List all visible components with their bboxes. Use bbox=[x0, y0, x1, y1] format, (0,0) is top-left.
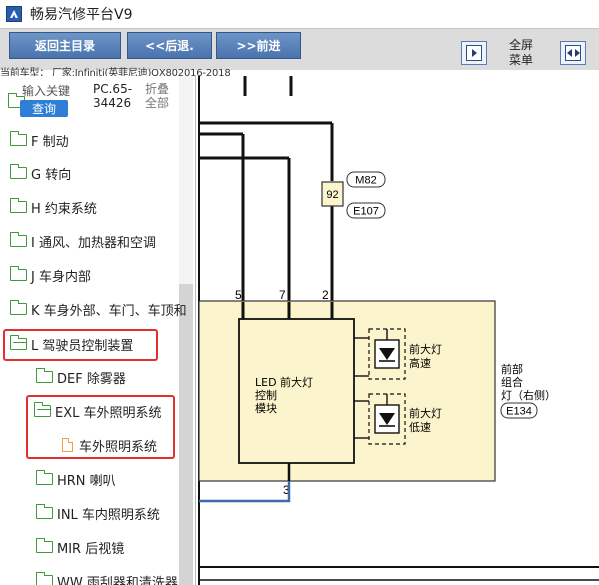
document-icon bbox=[62, 438, 73, 452]
folder-icon bbox=[36, 504, 53, 519]
tree-item-label: H 约束系统 bbox=[31, 201, 97, 217]
tag-m82: M82 bbox=[355, 175, 376, 187]
tree-item-label: L 驾驶员控制装置 bbox=[31, 338, 134, 354]
wire-blue bbox=[199, 481, 291, 503]
tree-item-g[interactable]: G 转向 bbox=[10, 162, 71, 184]
scrollbar-thumb[interactable] bbox=[179, 284, 193, 585]
low-beam-label-line1: 前大灯 bbox=[409, 406, 442, 420]
high-beam-label-line1: 前大灯 bbox=[409, 342, 442, 356]
fullscreen-button[interactable] bbox=[560, 41, 586, 65]
tree-item-j[interactable]: J 车身内部 bbox=[10, 264, 91, 286]
folder-icon bbox=[36, 368, 53, 383]
fullscreen-label-line1: 全屏 bbox=[508, 38, 533, 52]
tree-item-exl[interactable]: EXL 车外照明系统 bbox=[34, 400, 162, 422]
app-logo-icon bbox=[6, 6, 22, 22]
tree-item-l[interactable]: L 驾驶员控制装置 bbox=[10, 333, 133, 355]
search-row: 输入关键 查询 PC.65- 34426 折叠 全部 bbox=[0, 76, 195, 120]
tree-item-i[interactable]: I 通风、加热器和空调 bbox=[10, 230, 156, 252]
folder-icon bbox=[36, 538, 53, 553]
search-button[interactable]: 查询 bbox=[20, 100, 68, 117]
module-label-line3: 模块 bbox=[255, 402, 277, 415]
tree-item-label: MIR 后视镜 bbox=[57, 541, 125, 557]
folder-icon bbox=[10, 164, 27, 179]
title-bar: 畅易汽修平台V9 bbox=[0, 0, 599, 28]
tree-item-hrn[interactable]: HRN 喇叭 bbox=[36, 468, 116, 490]
collapse-all-button[interactable]: 折叠 全部 bbox=[145, 82, 169, 110]
tree-item-def[interactable]: DEF 除雾器 bbox=[36, 366, 126, 388]
tree-item-mir[interactable]: MIR 后视镜 bbox=[36, 536, 124, 558]
folder-icon bbox=[10, 300, 27, 315]
pin-5-label: 5 bbox=[235, 288, 242, 302]
tag-e107: E107 bbox=[353, 206, 379, 218]
pin-7-label: 7 bbox=[279, 288, 286, 302]
folder-open-icon bbox=[34, 402, 51, 417]
tree-item-label: INL 车内照明系统 bbox=[57, 507, 160, 523]
tree-item-k[interactable]: K 车身外部、车门、车顶和 bbox=[10, 298, 187, 320]
folder-icon bbox=[10, 198, 27, 213]
folder-icon bbox=[36, 470, 53, 485]
collapse-all-line2: 全部 bbox=[145, 96, 170, 110]
window-title: 畅易汽修平台V9 bbox=[30, 7, 133, 23]
tree-item-label: DEF 除雾器 bbox=[57, 371, 126, 387]
tree-item-label: EXL 车外照明系统 bbox=[55, 405, 162, 421]
tree-item-label: 车外照明系统 bbox=[79, 439, 158, 455]
tree-item-label: I 通风、加热器和空调 bbox=[31, 235, 156, 251]
back-button[interactable]: <<后退. bbox=[127, 32, 212, 59]
unit-label-line2: 组合 bbox=[501, 375, 523, 389]
tree-item-f[interactable]: F 制动 bbox=[10, 129, 69, 151]
folder-icon bbox=[36, 572, 53, 585]
folder-icon bbox=[10, 131, 27, 146]
tree-item-label: F 制动 bbox=[31, 134, 69, 150]
tree-item-label: J 车身内部 bbox=[31, 269, 91, 285]
module-label-line1: LED 前大灯 bbox=[255, 375, 313, 389]
wiring-diagram-svg: 92 M82 E107 5 7 2 LED 前大灯 控制 模块 前大灯 高速 前… bbox=[198, 76, 599, 585]
wiring-diagram: 92 M82 E107 5 7 2 LED 前大灯 控制 模块 前大灯 高速 前… bbox=[197, 76, 599, 585]
tree-item-label: WW 雨刮器和清洗器 bbox=[57, 575, 178, 585]
fullscreen-label-line2: 菜单 bbox=[508, 53, 533, 67]
tree-item-exl-doc[interactable]: 车外照明系统 bbox=[62, 434, 157, 456]
unit-label-line1: 前部 bbox=[501, 362, 523, 376]
arrow-right-icon bbox=[466, 45, 482, 61]
fullscreen-menu-label[interactable]: 全屏 菜单 bbox=[504, 38, 538, 68]
tree-item-inl[interactable]: INL 车内照明系统 bbox=[36, 502, 160, 524]
sidebar-tree: 输入关键 查询 PC.65- 34426 折叠 全部 F 制动 G 转向 H 约… bbox=[0, 76, 196, 585]
back-to-main-button[interactable]: 返回主目录 bbox=[9, 32, 121, 59]
doc-code-line1: PC.65- bbox=[93, 82, 133, 96]
expand-panel-button[interactable] bbox=[461, 41, 487, 65]
tree-item-label: HRN 喇叭 bbox=[57, 473, 116, 489]
doc-code: PC.65- 34426 bbox=[93, 82, 132, 110]
tree-item-ww[interactable]: WW 雨刮器和清洗器 bbox=[36, 570, 178, 585]
collapse-all-line1: 折叠 bbox=[145, 82, 170, 96]
forward-button[interactable]: >>前进 bbox=[216, 32, 301, 59]
high-beam-label-line2: 高速 bbox=[409, 356, 431, 370]
tag-e134: E134 bbox=[506, 406, 532, 418]
tree-item-label: K 车身外部、车门、车顶和 bbox=[31, 303, 187, 319]
module-label-line2: 控制 bbox=[255, 388, 277, 402]
tree-item-label: G 转向 bbox=[31, 167, 72, 183]
folder-open-icon bbox=[10, 335, 27, 350]
unit-label-line3: 灯（右侧） bbox=[501, 388, 556, 402]
pin-2-label: 2 bbox=[322, 288, 329, 302]
doc-code-line2: 34426 bbox=[93, 96, 132, 110]
low-beam-label-line2: 低速 bbox=[409, 421, 431, 434]
fuse-label: 92 bbox=[326, 189, 338, 201]
folder-icon bbox=[10, 232, 27, 247]
tree-item-h[interactable]: H 约束系统 bbox=[10, 196, 97, 218]
split-arrows-icon bbox=[565, 45, 581, 61]
search-input[interactable]: 输入关键 bbox=[22, 82, 70, 99]
folder-icon bbox=[10, 266, 27, 281]
